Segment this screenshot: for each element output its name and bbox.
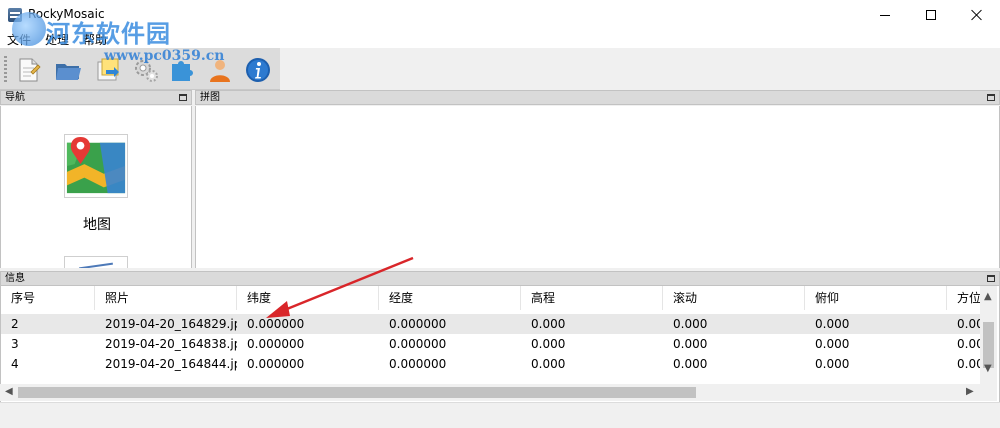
nav-item-map[interactable] bbox=[64, 134, 128, 198]
watermark-site-name: 河东软件园 bbox=[46, 19, 171, 48]
table-cell: 2019-04-20_164838.jpg bbox=[105, 337, 237, 351]
column-header[interactable]: 照片 bbox=[95, 286, 237, 310]
column-header[interactable]: 方位 bbox=[947, 286, 981, 310]
table-cell: 3 bbox=[11, 337, 19, 351]
table-cell: 0.000 bbox=[531, 337, 566, 351]
watermark-url: www.pc0359.cn bbox=[104, 48, 225, 64]
column-header[interactable]: 俯仰 bbox=[805, 286, 947, 310]
info-button[interactable] bbox=[242, 54, 274, 86]
table-cell: 2019-04-20_164829.jpg bbox=[105, 317, 237, 331]
table-cell: 0.000000 bbox=[247, 337, 305, 351]
mosaic-canvas[interactable] bbox=[195, 106, 1000, 268]
table-header: 序号 照片 纬度 经度 高程 滚动 俯仰 方位 bbox=[1, 286, 981, 310]
maximize-icon bbox=[926, 10, 936, 20]
column-header[interactable]: 高程 bbox=[521, 286, 663, 310]
panel-maximize-icon[interactable] bbox=[179, 94, 187, 101]
table-cell: 0.000 bbox=[531, 357, 566, 371]
table-cell: 0.000 bbox=[673, 357, 708, 371]
column-header[interactable]: 经度 bbox=[379, 286, 521, 310]
app-window: RockyMosaic 文件 处理 帮助 bbox=[0, 0, 1000, 428]
mosaic-panel-title: 拼图 bbox=[200, 92, 220, 103]
column-header[interactable]: 序号 bbox=[1, 286, 95, 310]
table-cell: 2 bbox=[11, 317, 19, 331]
table-cell: 0.000 bbox=[815, 337, 850, 351]
navigation-panel: 地图 bbox=[0, 106, 192, 268]
open-folder-icon bbox=[56, 64, 81, 80]
table-cell: 0.000 bbox=[673, 337, 708, 351]
column-header[interactable]: 纬度 bbox=[237, 286, 379, 310]
table-cell: 0.000000 bbox=[389, 337, 447, 351]
scroll-right-icon[interactable]: ▶ bbox=[966, 387, 974, 397]
table-cell: 0.000 bbox=[815, 357, 850, 371]
panel-maximize-icon[interactable] bbox=[987, 94, 995, 101]
minimize-button[interactable] bbox=[862, 0, 908, 30]
panel-maximize-icon[interactable] bbox=[987, 275, 995, 282]
mosaic-panel-header: 拼图 bbox=[195, 90, 1000, 105]
navigation-panel-title: 导航 bbox=[5, 92, 25, 103]
table-cell: 0.000000 bbox=[389, 317, 447, 331]
table-cell: 4 bbox=[11, 357, 19, 371]
table-cell: 0.000 bbox=[531, 317, 566, 331]
vertical-scroll-thumb[interactable] bbox=[983, 322, 994, 368]
scroll-down-icon[interactable]: ▼ bbox=[984, 364, 992, 374]
table-cell: 0.000 bbox=[815, 317, 850, 331]
close-icon bbox=[971, 9, 983, 21]
new-document-icon bbox=[19, 58, 41, 82]
table-cell: 0.00 bbox=[957, 337, 981, 351]
toolbar-empty-area bbox=[280, 48, 1000, 90]
info-panel-title: 信息 bbox=[5, 273, 25, 284]
table-cell: 0.00 bbox=[957, 317, 981, 331]
nav-item-next[interactable] bbox=[64, 256, 128, 268]
navigation-panel-header: 导航 bbox=[0, 90, 192, 105]
table-row[interactable]: 2 2019-04-20_164829.jpg 0.000000 0.00000… bbox=[1, 314, 981, 334]
map-icon bbox=[66, 136, 126, 194]
table-row[interactable]: 3 2019-04-20_164838.jpg 0.000000 0.00000… bbox=[1, 334, 981, 354]
status-bar bbox=[0, 402, 1000, 428]
info-icon bbox=[246, 58, 270, 82]
close-button[interactable] bbox=[954, 0, 1000, 30]
table-cell: 2019-04-20_164844.jpg bbox=[105, 357, 237, 371]
column-header[interactable]: 滚动 bbox=[663, 286, 805, 310]
watermark-logo bbox=[12, 12, 46, 46]
table-cell: 0.000000 bbox=[247, 317, 305, 331]
new-button[interactable] bbox=[12, 54, 44, 86]
toolbar-grip[interactable] bbox=[4, 56, 7, 82]
horizontal-scroll-thumb[interactable] bbox=[18, 387, 696, 398]
open-button[interactable] bbox=[52, 54, 84, 86]
info-panel-header: 信息 bbox=[0, 271, 1000, 286]
table-cell: 0.000000 bbox=[389, 357, 447, 371]
scroll-left-icon[interactable]: ◀ bbox=[5, 387, 13, 397]
maximize-button[interactable] bbox=[908, 0, 954, 30]
table-cell: 0.000000 bbox=[247, 357, 305, 371]
nav-item-map-label: 地图 bbox=[83, 217, 111, 233]
table-cell: 0.00 bbox=[957, 357, 981, 371]
minimize-icon bbox=[880, 14, 890, 16]
scroll-up-icon[interactable]: ▲ bbox=[984, 292, 992, 302]
table-cell: 0.000 bbox=[673, 317, 708, 331]
table-row[interactable]: 4 2019-04-20_164844.jpg 0.000000 0.00000… bbox=[1, 354, 981, 374]
